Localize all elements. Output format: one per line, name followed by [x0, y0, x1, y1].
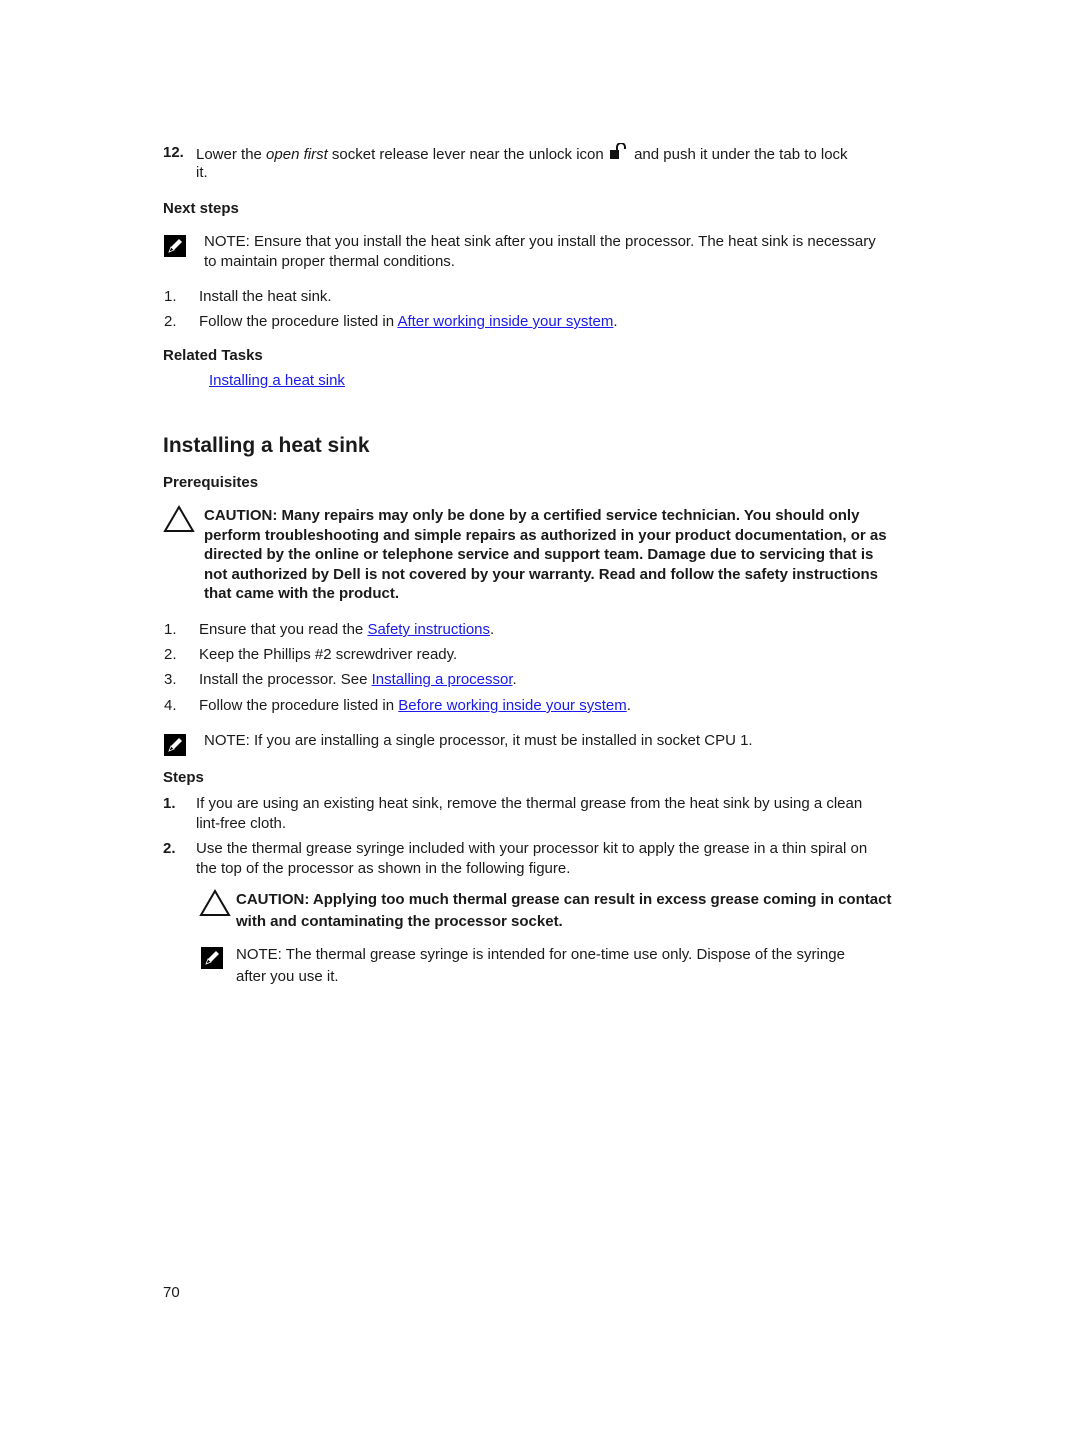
caution-line: CAUTION: Applying too much thermal greas…	[236, 891, 892, 908]
punctuation: .	[512, 671, 517, 688]
step-line: Use the thermal grease syringe included …	[196, 840, 868, 857]
list-number: 2.	[164, 646, 177, 663]
step-number: 1.	[163, 795, 176, 812]
step-12-wrap: it.	[196, 164, 208, 181]
related-tasks-heading: Related Tasks	[163, 347, 263, 364]
caution-line: with and contaminating the processor soc…	[236, 913, 563, 930]
step-12: 12.	[163, 143, 184, 163]
next-steps-heading: Next steps	[163, 200, 239, 217]
step-text: and push it under the tab to lock	[629, 146, 848, 163]
note-line: The thermal grease syringe is intended f…	[281, 946, 845, 963]
step-number: 2.	[163, 840, 176, 857]
step-number: 12.	[163, 144, 184, 161]
list-number: 3.	[164, 671, 177, 688]
note-pencil-icon	[164, 734, 186, 756]
prerequisites-heading: Prerequisites	[163, 474, 259, 491]
punctuation: .	[490, 621, 495, 638]
note-line: after you use it.	[236, 968, 339, 985]
step-text: socket release lever near the unlock ico…	[327, 146, 604, 163]
list-number: 4.	[164, 697, 177, 714]
note-pencil-icon	[164, 235, 186, 257]
list-item: Follow the procedure listed in After wor…	[199, 312, 618, 332]
after-working-link[interactable]: After working inside your system	[397, 313, 613, 330]
step-item: Use the thermal grease syringe included …	[196, 839, 867, 879]
step-line: lint-free cloth.	[196, 815, 287, 832]
note-text-line2: to maintain proper thermal conditions.	[204, 253, 455, 270]
note-text: NOTE: The thermal grease syringe is inte…	[236, 944, 845, 988]
caution-line: perform troubleshooting and simple repai…	[204, 526, 887, 544]
list-item-text: Follow the procedure listed in	[199, 697, 399, 714]
list-item: Install the processor. See Installing a …	[199, 670, 517, 690]
steps-heading: Steps	[163, 769, 204, 786]
step-line: the top of the processor as shown in the…	[196, 860, 571, 877]
list-item: Keep the Phillips #2 screwdriver ready.	[199, 646, 458, 663]
section-title: Installing a heat sink	[163, 434, 370, 457]
list-item-text: Follow the procedure listed in	[199, 313, 398, 330]
note-line: Ensure that you install the heat sink af…	[249, 233, 876, 250]
list-item: Follow the procedure listed in Before wo…	[199, 696, 631, 716]
list-item-text: Install the processor. See	[199, 671, 372, 688]
punctuation: .	[613, 313, 618, 330]
caution-text: CAUTION: Many repairs may only be done b…	[204, 506, 887, 604]
note-text: NOTE: Ensure that you install the heat s…	[204, 232, 876, 252]
note-line: If you are installing a single processor…	[249, 732, 753, 749]
caution-triangle-icon	[163, 505, 195, 538]
caution-line: CAUTION: Many repairs may only be done b…	[204, 507, 860, 524]
note-label: NOTE:	[204, 233, 250, 250]
caution-text: CAUTION: Applying too much thermal greas…	[236, 889, 891, 933]
note-label: NOTE:	[204, 732, 250, 749]
step-12-text: Lower the open first socket release leve…	[196, 142, 848, 165]
note-text: NOTE: If you are installing a single pro…	[204, 731, 753, 751]
installing-heat-sink-link[interactable]: Installing a heat sink	[209, 371, 345, 391]
list-number: 2.	[164, 313, 177, 330]
step-italic-text: open first	[266, 146, 328, 163]
list-number: 1.	[164, 288, 177, 305]
list-item-text: Ensure that you read the	[199, 621, 368, 638]
list-item: Ensure that you read the Safety instruct…	[199, 620, 494, 640]
caution-line: that came with the product.	[204, 585, 400, 603]
caution-line: not authorized by Dell is not covered by…	[204, 565, 879, 583]
unlock-icon	[608, 142, 630, 161]
step-text: Lower the	[196, 146, 267, 163]
page-number: 70	[163, 1284, 180, 1301]
punctuation: .	[626, 697, 631, 714]
list-item: Install the heat sink.	[199, 288, 332, 305]
step-item: If you are using an existing heat sink, …	[196, 794, 862, 834]
step-line: If you are using an existing heat sink, …	[196, 795, 863, 812]
list-number: 1.	[164, 621, 177, 638]
note-pencil-icon	[201, 947, 223, 969]
installing-processor-link[interactable]: Installing a processor	[372, 671, 513, 688]
caution-line: directed by the online or telephone serv…	[204, 546, 874, 564]
caution-triangle-icon	[199, 889, 231, 922]
safety-instructions-link[interactable]: Safety instructions	[367, 621, 490, 638]
note-label: NOTE:	[236, 946, 282, 963]
before-working-link[interactable]: Before working inside your system	[398, 697, 626, 714]
